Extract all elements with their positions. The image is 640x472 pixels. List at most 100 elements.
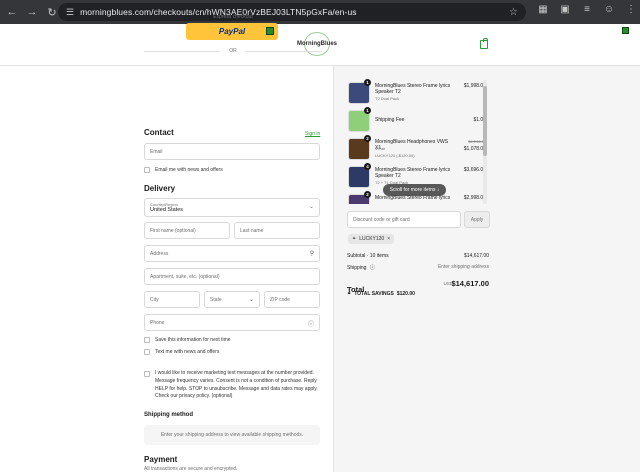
profile-icon[interactable]: ☺ bbox=[602, 4, 616, 15]
save-info-checkbox[interactable] bbox=[144, 337, 150, 343]
save-info-label: Save this information for next time bbox=[155, 337, 231, 343]
extensions-icon[interactable]: ▦ bbox=[536, 4, 550, 15]
cast-icon[interactable]: ▣ bbox=[558, 4, 572, 15]
marketing-consent-checkbox[interactable] bbox=[144, 371, 150, 377]
site-info-icon[interactable]: ☰ bbox=[66, 7, 74, 18]
chevron-down-icon: ⌄ bbox=[308, 204, 314, 210]
applied-code: LUCKY120 bbox=[359, 236, 385, 242]
zip-field[interactable]: ZIP code bbox=[264, 291, 320, 308]
search-icon: ⚲ bbox=[309, 251, 314, 257]
bookmark-star-icon[interactable]: ☆ bbox=[509, 7, 518, 18]
country-select[interactable]: Country/Region United States ⌄ bbox=[144, 198, 320, 217]
item-variant: 1 Pair bbox=[375, 146, 386, 151]
text-news-label: Text me with news and offers bbox=[155, 349, 220, 355]
back-icon[interactable]: ← bbox=[4, 4, 20, 20]
paypal-label: PayPal bbox=[218, 27, 246, 36]
shipping-method-placeholder: Enter your shipping address to view avai… bbox=[144, 425, 320, 445]
quantity-badge: 4 bbox=[364, 163, 371, 170]
total-value: $14,617.00 bbox=[451, 279, 489, 288]
email-placeholder: Email bbox=[150, 148, 163, 155]
email-news-checkbox-row[interactable]: Email me with news and offers bbox=[144, 167, 223, 173]
marketing-consent-text: I would like to receive marketing text m… bbox=[155, 370, 318, 400]
contact-title: Contact bbox=[144, 128, 174, 137]
chevron-down-icon: ⌄ bbox=[248, 297, 254, 303]
savings-value: $120.00 bbox=[396, 291, 415, 297]
site-header: MorningBlues bbox=[0, 24, 640, 66]
browser-toolbar: ← → ↻ ☰ morningblues.com/checkouts/cn/hW… bbox=[0, 0, 640, 24]
tag-icon: ⚭ bbox=[352, 236, 357, 242]
shipping-help-icon[interactable]: ⓘ bbox=[370, 265, 375, 271]
subtotal-value: $14,617.00 bbox=[463, 253, 489, 259]
last-name-field[interactable]: Last name bbox=[234, 222, 320, 239]
shipping-value: Enter shipping address bbox=[437, 264, 489, 270]
email-news-checkbox[interactable] bbox=[144, 167, 150, 173]
paypal-extension-icon bbox=[266, 27, 274, 35]
quantity-badge: 2 bbox=[364, 135, 371, 142]
logo-text: MorningBlues bbox=[297, 41, 337, 47]
or-label: OR bbox=[229, 48, 237, 54]
menu-icon[interactable]: ⋮ bbox=[624, 4, 638, 15]
apply-button[interactable]: Apply bbox=[464, 211, 490, 228]
quantity-badge: 1 bbox=[364, 79, 371, 86]
delivery-title: Delivery bbox=[144, 184, 176, 193]
item-discount: LUCKY120 (-$120.00) bbox=[375, 153, 415, 158]
order-item: 2 MorningBlues Headphones VWS X1 1 Pair … bbox=[348, 135, 486, 162]
discount-code-input[interactable]: Discount code or gift card bbox=[347, 211, 461, 228]
quantity-badge: 2 bbox=[364, 191, 371, 198]
city-placeholder: City bbox=[150, 296, 159, 303]
first-name-placeholder: First name (optional) bbox=[150, 227, 196, 234]
item-name: MorningBlues Stereo Frame lyrics Speaker… bbox=[375, 83, 451, 96]
shipping-label: Shipping bbox=[347, 265, 367, 271]
order-item: 1 MorningBlues Stereo Frame lyrics Speak… bbox=[348, 79, 486, 106]
apartment-field[interactable]: Apartment, suite, etc. (optional) bbox=[144, 268, 320, 285]
item-name: MorningBlues Headphones VWS X1 bbox=[375, 139, 449, 152]
order-item: 1 Shipping Fee $1.00 bbox=[348, 107, 486, 134]
first-name-field[interactable]: First name (optional) bbox=[144, 222, 230, 239]
forward-icon[interactable]: → bbox=[24, 4, 40, 20]
shipping-row: Shipping ⓘ Enter shipping address bbox=[347, 264, 489, 271]
email-news-label: Email me with news and offers bbox=[155, 167, 223, 173]
sign-in-link[interactable]: Sign in bbox=[305, 131, 320, 137]
payment-subtitle: All transactions are secure and encrypte… bbox=[144, 466, 238, 472]
subtotal-row: Subtotal · 10 items $14,617.00 bbox=[347, 253, 489, 259]
or-divider: OR bbox=[144, 47, 322, 55]
extension-badge-icon[interactable] bbox=[622, 27, 629, 34]
address-field[interactable]: Address ⚲ bbox=[144, 245, 320, 262]
total-savings: ⚭ TOTAL SAVINGS $120.00 bbox=[347, 291, 415, 297]
reading-list-icon[interactable]: ≡ bbox=[580, 4, 594, 15]
item-name: MorningBlues Stereo Frame lyrics Speaker… bbox=[375, 167, 451, 180]
arrow-down-icon: ↓ bbox=[436, 187, 440, 193]
save-info-checkbox-row[interactable]: Save this information for next time bbox=[144, 337, 231, 343]
payment-title: Payment bbox=[144, 455, 178, 464]
scroll-more-label: Scroll for more items bbox=[389, 187, 436, 193]
paypal-button[interactable]: PayPal bbox=[186, 23, 278, 40]
apartment-placeholder: Apartment, suite, etc. (optional) bbox=[150, 273, 220, 280]
city-field[interactable]: City bbox=[144, 291, 200, 308]
marketing-consent-row[interactable]: I would like to receive marketing text m… bbox=[144, 370, 325, 401]
text-news-checkbox-row[interactable]: Text me with news and offers bbox=[144, 349, 219, 355]
shopping-bag-icon[interactable] bbox=[480, 38, 488, 49]
last-name-placeholder: Last name bbox=[240, 227, 264, 234]
item-variant: T2 Dual Pack bbox=[375, 96, 400, 101]
savings-tag-icon: ⚭ bbox=[347, 291, 352, 297]
help-circle-icon[interactable]: ⓘ bbox=[308, 319, 314, 328]
phone-field[interactable]: Phone ⓘ bbox=[144, 314, 320, 331]
remove-code-icon[interactable]: × bbox=[387, 236, 390, 242]
address-placeholder: Address bbox=[150, 250, 169, 257]
express-checkout-label: Express checkout bbox=[213, 14, 253, 20]
state-select[interactable]: State ⌄ bbox=[204, 291, 260, 308]
items-scrollbar[interactable] bbox=[483, 80, 487, 204]
applied-discount-tag: ⚭ LUCKY120 × bbox=[348, 234, 395, 244]
state-placeholder: State bbox=[210, 296, 222, 303]
text-news-checkbox[interactable] bbox=[144, 349, 150, 355]
quantity-badge: 1 bbox=[364, 107, 371, 114]
shipping-method-title: Shipping method bbox=[144, 412, 193, 418]
item-name: Shipping Fee bbox=[375, 117, 405, 123]
scrollbar-thumb[interactable] bbox=[483, 86, 487, 156]
phone-placeholder: Phone bbox=[150, 319, 165, 326]
subtotal-label: Subtotal · 10 items bbox=[347, 253, 389, 259]
email-field[interactable]: Email bbox=[144, 143, 320, 160]
discount-placeholder: Discount code or gift card bbox=[353, 216, 410, 223]
scroll-more-button[interactable]: Scroll for more items ↓ bbox=[383, 184, 446, 196]
zip-placeholder: ZIP code bbox=[270, 296, 290, 303]
